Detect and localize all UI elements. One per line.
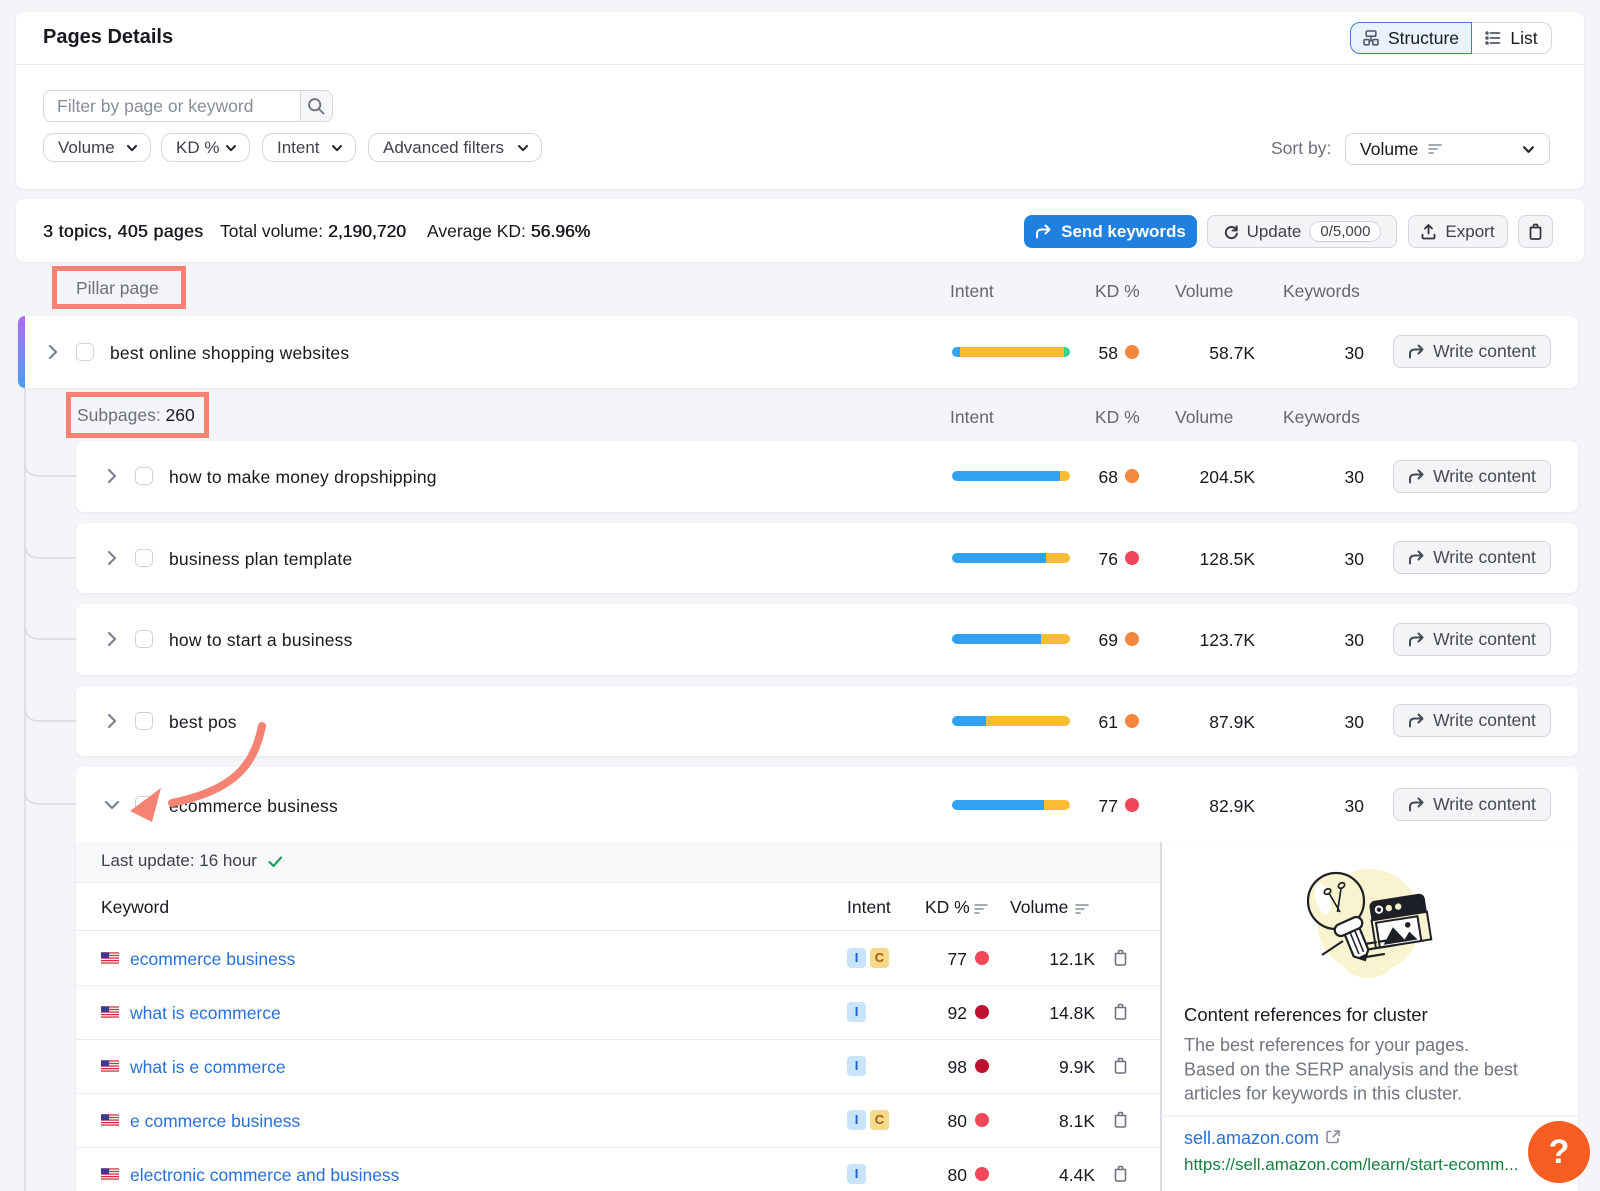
svg-text:Content references for cluster: Content references for cluster	[1184, 1004, 1428, 1025]
svg-text:sell.amazon.com: sell.amazon.com	[1184, 1128, 1319, 1148]
svg-text:Based on the SERP analysis and: Based on the SERP analysis and the best	[1184, 1060, 1518, 1080]
svg-text:The best references for your p: The best references for your pages.	[1184, 1035, 1469, 1055]
svg-text:https://sell.amazon.com/learn/: https://sell.amazon.com/learn/start-ecom…	[1184, 1155, 1518, 1174]
svg-text:articles for keywords in this: articles for keywords in this cluster.	[1184, 1084, 1462, 1104]
